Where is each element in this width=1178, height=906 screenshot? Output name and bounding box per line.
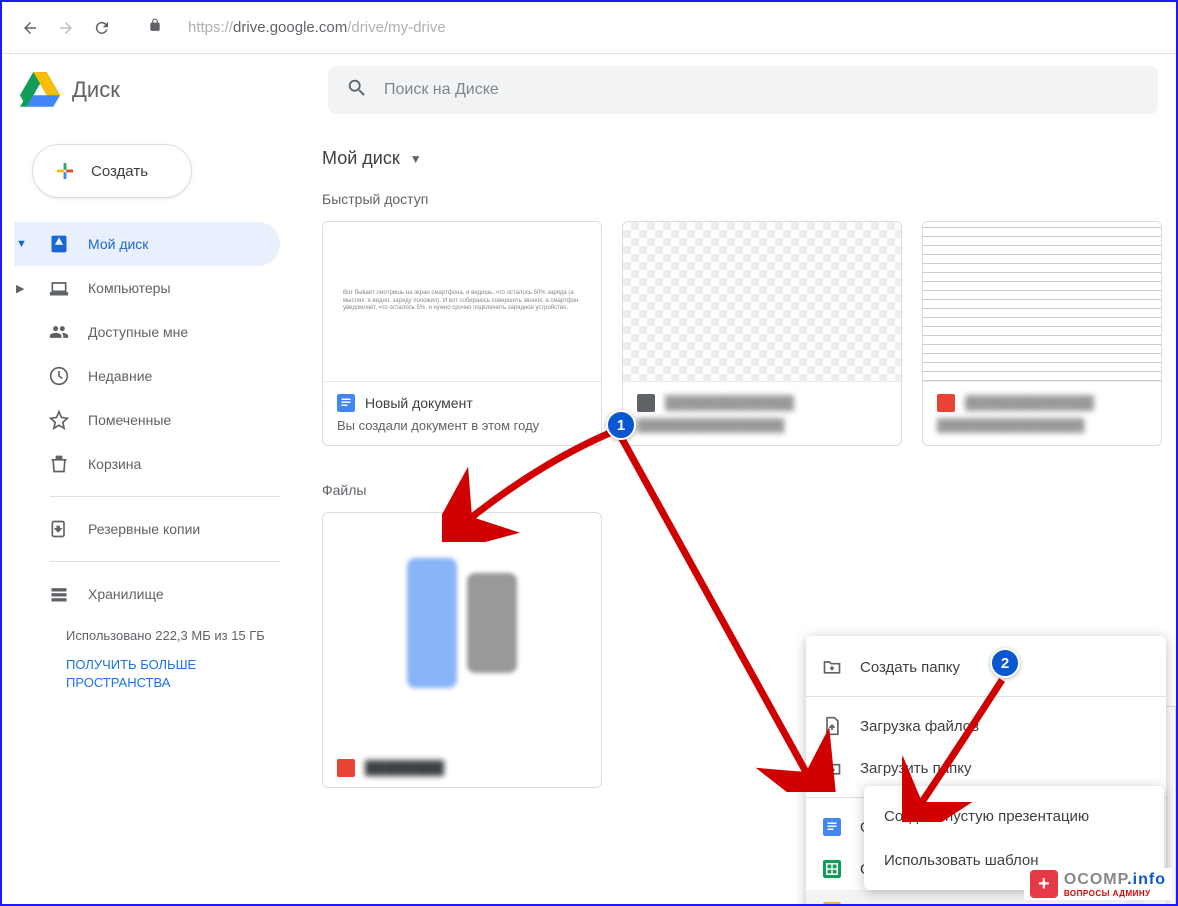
search-icon — [346, 77, 368, 104]
nav-label: Хранилище — [88, 586, 164, 602]
nav-shared[interactable]: Доступные мне — [14, 310, 280, 354]
forward-button[interactable] — [54, 16, 78, 40]
lock-icon — [148, 18, 162, 37]
create-button[interactable]: Создать — [32, 144, 192, 198]
ctx-upload-file[interactable]: Загрузка файлов — [806, 705, 1166, 747]
reload-button[interactable] — [90, 16, 114, 40]
app-name: Диск — [72, 77, 120, 103]
caret-right-icon[interactable]: ▶ — [16, 282, 24, 295]
nav-label: Мой диск — [88, 236, 148, 252]
shared-icon — [48, 321, 70, 343]
watermark: + OCOMP.info ВОПРОСЫ АДМИНУ — [1024, 868, 1172, 900]
docs-icon — [822, 817, 842, 837]
annotation-badge-1: 1 — [606, 410, 636, 440]
nav-recent[interactable]: Недавние — [14, 354, 280, 398]
computers-icon — [48, 277, 70, 299]
create-label: Создать — [91, 163, 148, 180]
card-subtitle: ████████████████ — [937, 418, 1147, 433]
zip-icon — [637, 394, 655, 412]
submenu-blank-presentation[interactable]: Создать пустую презентацию — [864, 794, 1164, 838]
slides-icon — [822, 901, 842, 904]
card-subtitle: ████████████████ — [637, 418, 887, 433]
search-bar[interactable]: Поиск на Диске — [328, 66, 1158, 114]
divider — [50, 496, 280, 497]
ctx-new-folder[interactable]: Создать папку — [806, 646, 1166, 688]
nav-label: Доступные мне — [88, 324, 188, 340]
submenu-label: Создать пустую презентацию — [884, 808, 1089, 825]
browser-toolbar: https://drive.google.com/drive/my-drive — [2, 2, 1176, 54]
divider — [806, 696, 1166, 697]
nav-storage[interactable]: Хранилище — [14, 572, 280, 616]
breadcrumb-label: Мой диск — [322, 148, 400, 169]
card-subtitle: Вы создали документ в этом году — [337, 418, 587, 433]
plus-icon — [53, 159, 77, 183]
pdf-icon — [937, 394, 955, 412]
quick-card[interactable]: █████████████ ████████████████ — [922, 221, 1162, 446]
ctx-label: Создать папку — [860, 659, 960, 676]
watermark-icon: + — [1030, 870, 1058, 898]
divider — [50, 561, 280, 562]
card-title: █████████████ — [965, 395, 1094, 411]
nav-label: Недавние — [88, 368, 152, 384]
nav-backups[interactable]: Резервные копии — [14, 507, 280, 551]
sheets-icon — [822, 859, 842, 879]
storage-icon — [48, 583, 70, 605]
nav-label: Корзина — [88, 456, 141, 472]
caret-down-icon[interactable]: ▼ — [16, 238, 27, 250]
card-title: █████████████ — [665, 395, 794, 411]
card-title: Новый документ — [365, 395, 473, 411]
quick-access-title: Быстрый доступ — [316, 185, 1176, 221]
backup-icon — [48, 518, 70, 540]
submenu-label: Использовать шаблон — [884, 852, 1039, 869]
nav-my-drive[interactable]: ▼ Мой диск — [14, 222, 280, 266]
ctx-label: Загрузить папку — [860, 760, 971, 777]
ctx-upload-folder[interactable]: Загрузить папку — [806, 747, 1166, 789]
pdf-icon — [337, 759, 355, 777]
trash-icon — [48, 453, 70, 475]
folder-plus-icon — [822, 657, 842, 677]
chevron-down-icon: ▼ — [410, 152, 422, 166]
docs-icon — [337, 394, 355, 412]
back-button[interactable] — [18, 16, 42, 40]
upgrade-storage-link[interactable]: ПОЛУЧИТЬ БОЛЬШЕ ПРОСТРАНСТВА — [66, 656, 280, 692]
folder-upload-icon — [822, 758, 842, 778]
ctx-label: Загрузка файлов — [860, 718, 979, 735]
quick-card[interactable]: Вот бывает смотришь на экран смартфона, … — [322, 221, 602, 446]
annotation-badge-2: 2 — [990, 648, 1020, 678]
storage-usage-text: Использовано 222,3 МБ из 15 ГБ — [66, 626, 280, 646]
quick-card[interactable]: █████████████ ████████████████ — [622, 221, 902, 446]
file-upload-icon — [822, 716, 842, 736]
nav-label: Компьютеры — [88, 280, 171, 296]
address-bar[interactable]: https://drive.google.com/drive/my-drive — [174, 12, 1160, 44]
nav-starred[interactable]: Помеченные — [14, 398, 280, 442]
file-card[interactable]: ████████ — [322, 512, 602, 788]
nav-computers[interactable]: ▶ Компьютеры — [14, 266, 280, 310]
nav-trash[interactable]: Корзина — [14, 442, 280, 486]
nav-label: Помеченные — [88, 412, 171, 428]
sidebar: Создать ▼ Мой диск ▶ Компьютеры Доступны… — [2, 126, 310, 904]
app-header: Диск Поиск на Диске — [2, 54, 1176, 126]
recent-icon — [48, 365, 70, 387]
ctx-label: Google Презентации — [860, 903, 1003, 905]
breadcrumb[interactable]: Мой диск ▼ — [316, 140, 1176, 185]
files-section-title: Файлы — [316, 476, 1176, 512]
star-icon — [48, 409, 70, 431]
search-placeholder: Поиск на Диске — [384, 81, 499, 99]
drive-logo — [20, 70, 60, 110]
nav-label: Резервные копии — [88, 521, 200, 537]
drive-icon — [48, 233, 70, 255]
